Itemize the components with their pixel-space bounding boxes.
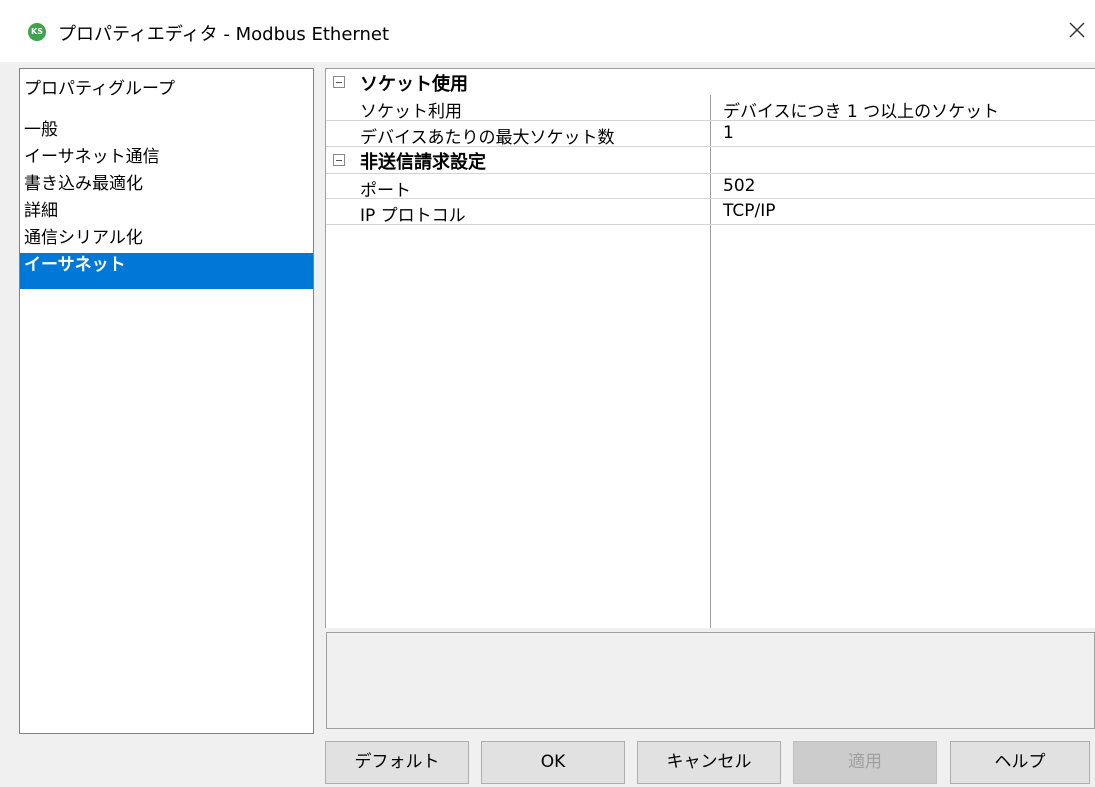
description-panel [326,632,1095,729]
property-editor-dialog: KS プロパティエディタ - Modbus Ethernet プロパティグループ… [0,0,1095,787]
ok-button[interactable]: OK [481,741,625,784]
property-value[interactable]: TCP/IP [723,201,776,221]
property-value[interactable]: 1 [723,123,734,143]
property-name: IP プロトコル [360,206,466,226]
help-button[interactable]: ヘルプ [950,741,1090,784]
property-row-ip-protocol[interactable]: IP プロトコル TCP/IP [326,199,1095,226]
property-name: デバイスあたりの最大ソケット数 [360,128,615,148]
close-button[interactable] [1062,15,1092,45]
property-row-socket-utilization[interactable]: ソケット利用 デバイスにつき 1 つ以上のソケット [326,95,1095,122]
group-item-ethernet[interactable]: イーサネット [20,253,313,289]
group-item-communication-serialization[interactable]: 通信シリアル化 [20,226,313,250]
category-unsolicited-settings[interactable]: 非送信請求設定 [326,147,1095,173]
property-group-list[interactable]: プロパティグループ 一般 イーサネット通信 書き込み最適化 詳細 通信シリアル化… [19,68,314,734]
default-button[interactable]: デフォルト [325,741,469,784]
property-row-port[interactable]: ポート 502 [326,173,1095,201]
property-value[interactable]: デバイスにつき 1 つ以上のソケット [723,97,999,122]
property-grid: ソケット使用 ソケット利用 デバイスにつき 1 つ以上のソケット デバイスあたり… [325,68,1095,628]
property-name: ポート [360,181,411,201]
group-item-ethernet-communication[interactable]: イーサネット通信 [20,145,313,169]
apply-button[interactable]: 適用 [793,741,937,784]
group-item-advanced[interactable]: 詳細 [20,199,313,223]
title-bar: KS プロパティエディタ - Modbus Ethernet [0,0,1095,62]
app-icon: KS [28,23,46,41]
window-title: プロパティエディタ - Modbus Ethernet [58,24,390,45]
category-label: ソケット使用 [360,74,468,95]
category-socket-usage[interactable]: ソケット使用 [326,69,1095,95]
collapse-icon[interactable] [333,76,345,88]
category-label: 非送信請求設定 [360,152,486,173]
group-item-general[interactable]: 一般 [20,118,313,142]
collapse-icon[interactable] [333,154,345,166]
property-row-max-sockets[interactable]: デバイスあたりの最大ソケット数 1 [326,121,1095,148]
property-value[interactable]: 502 [723,176,755,196]
property-name: ソケット利用 [360,102,462,122]
close-icon [1069,22,1085,38]
property-group-header: プロパティグループ [24,79,175,99]
cancel-button[interactable]: キャンセル [637,741,781,784]
group-item-write-optimization[interactable]: 書き込み最適化 [20,172,313,196]
